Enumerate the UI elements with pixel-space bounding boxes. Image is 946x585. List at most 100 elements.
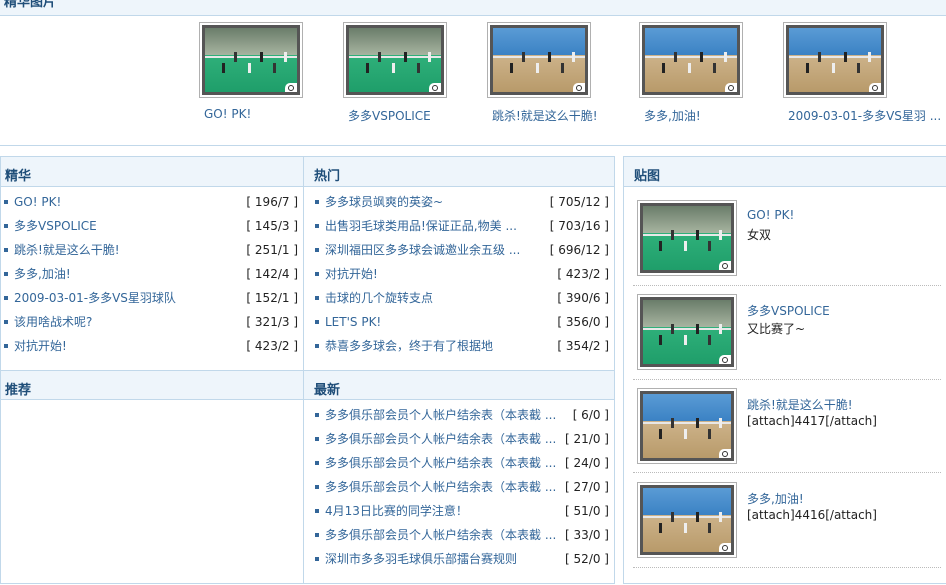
thread-link[interactable]: 击球的几个旋转支点 [325,286,433,310]
thread-link[interactable]: 多多VSPOLICE [14,214,97,238]
thread-link[interactable]: 多多俱乐部会员个人帐户结余表（本表截 ... [325,427,556,451]
sticker-item-2: 多多VSPOLICE 又比赛了~ [637,294,946,370]
zoom-icon [869,83,881,92]
player-figure [684,335,687,346]
list-item: 深圳福田区多多球会诚邀业余五级 ... [ 696/12 ] [315,238,609,262]
thread-link[interactable]: 出售羽毛球类用品!保证正品,物美 ... [325,214,517,238]
bullet-icon [315,533,319,537]
list-item: 多多俱乐部会员个人帐户结余表（本表截 ... [ 21/0 ] [315,427,609,451]
photo-frame [202,25,300,95]
featured-picture-1[interactable] [199,22,303,98]
sticker-title[interactable]: 跳杀!就是这么干脆! [747,396,853,413]
list-item: 恭喜多多球会，终于有了根据地 [ 354/2 ] [315,334,609,358]
sticker-desc: [attach]4416[/attach] [747,508,877,522]
player-figure [844,52,847,63]
player-figure [832,63,835,74]
court-net [643,328,731,331]
featured-picture-3[interactable] [487,22,591,98]
featured-picture-2[interactable] [343,22,447,98]
thread-link[interactable]: 2009-03-01-多多VS星羽球队 [14,286,176,310]
thread-link[interactable]: 4月13日比赛的同学注意！ [325,499,468,523]
bullet-icon [315,461,319,465]
player-figure [724,52,727,63]
sticker-title[interactable]: 多多,加油! [747,490,804,507]
thread-link[interactable]: 对抗开始! [14,334,67,358]
thread-count: [ 696/12 ] [549,243,609,257]
thread-count: [ 142/4 ] [246,267,298,281]
thread-link[interactable]: 多多俱乐部会员个人帐户结余表（本表截 ... [325,523,556,547]
badminton-photo [643,488,731,552]
thread-link[interactable]: GO! PK! [14,190,61,214]
list-item: 击球的几个旋转支点 [ 390/6 ] [315,286,609,310]
thread-count: [ 21/0 ] [565,432,609,446]
court-wall [205,28,297,55]
thread-count: [ 33/0 ] [565,528,609,542]
featured-picture-caption-1[interactable]: GO! PK! [204,107,251,121]
thread-link[interactable]: 跳杀!就是这么干脆! [14,238,120,262]
sticker-item-3: 跳杀!就是这么干脆! [attach]4417[/attach] [637,388,946,464]
thread-count: [ 145/3 ] [246,219,298,233]
thread-count: [ 705/12 ] [549,195,609,209]
thread-link[interactable]: 深圳市多多羽毛球俱乐部擂台赛规则 [325,547,517,571]
featured-picture-caption-5[interactable]: 2009-03-01-多多VS星羽 ... [788,107,941,124]
court-floor [643,232,731,270]
player-figure [659,241,662,252]
player-figure [366,63,369,74]
list-item: 多多俱乐部会员个人帐户结余表（本表截 ... [ 24/0 ] [315,451,609,475]
photo-frame [786,25,884,95]
thread-link[interactable]: 恭喜多多球会，终于有了根据地 [325,334,493,358]
player-figure [671,512,674,523]
court-floor [643,420,731,458]
thread-link[interactable]: LET'S PK! [325,310,381,334]
sticker-thumbnail[interactable] [637,482,737,558]
sticker-thumbnail[interactable] [637,388,737,464]
bullet-icon [4,224,8,228]
tuijian-header: 推荐 [1,370,303,400]
court-wall [645,28,737,55]
thread-link[interactable]: 对抗开始! [325,262,378,286]
zoom-icon [719,449,731,458]
featured-picture-caption-3[interactable]: 跳杀!就是这么干脆! [492,107,598,124]
badminton-photo [205,28,297,92]
sticker-title[interactable]: 多多VSPOLICE [747,302,830,319]
bullet-icon [4,200,8,204]
player-figure [234,52,237,63]
list-item: 对抗开始! [ 423/2 ] [315,262,609,286]
thread-link[interactable]: 多多俱乐部会员个人帐户结余表（本表截 ... [325,451,556,475]
featured-picture-caption-2[interactable]: 多多VSPOLICE [348,107,431,124]
remen-header: 热门 [304,157,614,187]
photo-frame [640,485,734,555]
thread-link[interactable]: 多多俱乐部会员个人帐户结余表（本表截 ... [325,403,556,427]
player-figure [696,230,699,241]
thread-link[interactable]: 多多,加油! [14,262,71,286]
thread-count: [ 423/2 ] [246,339,298,353]
featured-picture-5[interactable] [783,22,887,98]
tietu-title: 贴图 [634,169,661,184]
thread-link[interactable]: 深圳福田区多多球会诚邀业余五级 ... [325,238,520,262]
photo-frame [640,297,734,367]
featured-picture-4[interactable] [639,22,743,98]
featured-picture-caption-4[interactable]: 多多,加油! [644,107,701,124]
court-wall [493,28,585,55]
court-floor [643,514,731,552]
court-wall [643,206,731,233]
zoom-icon [429,83,441,92]
thread-link[interactable]: 多多俱乐部会员个人帐户结余表（本表截 ... [325,475,556,499]
thread-link[interactable]: 该用啥战术呢? [14,310,92,334]
player-figure [659,523,662,534]
sticker-title[interactable]: GO! PK! [747,208,794,222]
court-floor [643,326,731,364]
bullet-icon [315,509,319,513]
photo-frame [642,25,740,95]
bullet-icon [315,248,319,252]
player-figure [708,523,711,534]
thread-link[interactable]: 多多球员飒爽的英姿~ [325,190,443,214]
sticker-thumbnail[interactable] [637,294,737,370]
divider [614,156,615,584]
badminton-photo [643,300,731,364]
player-figure [696,418,699,429]
divider [0,145,946,146]
sticker-thumbnail[interactable] [637,200,737,276]
player-figure [708,335,711,346]
bullet-icon [315,485,319,489]
